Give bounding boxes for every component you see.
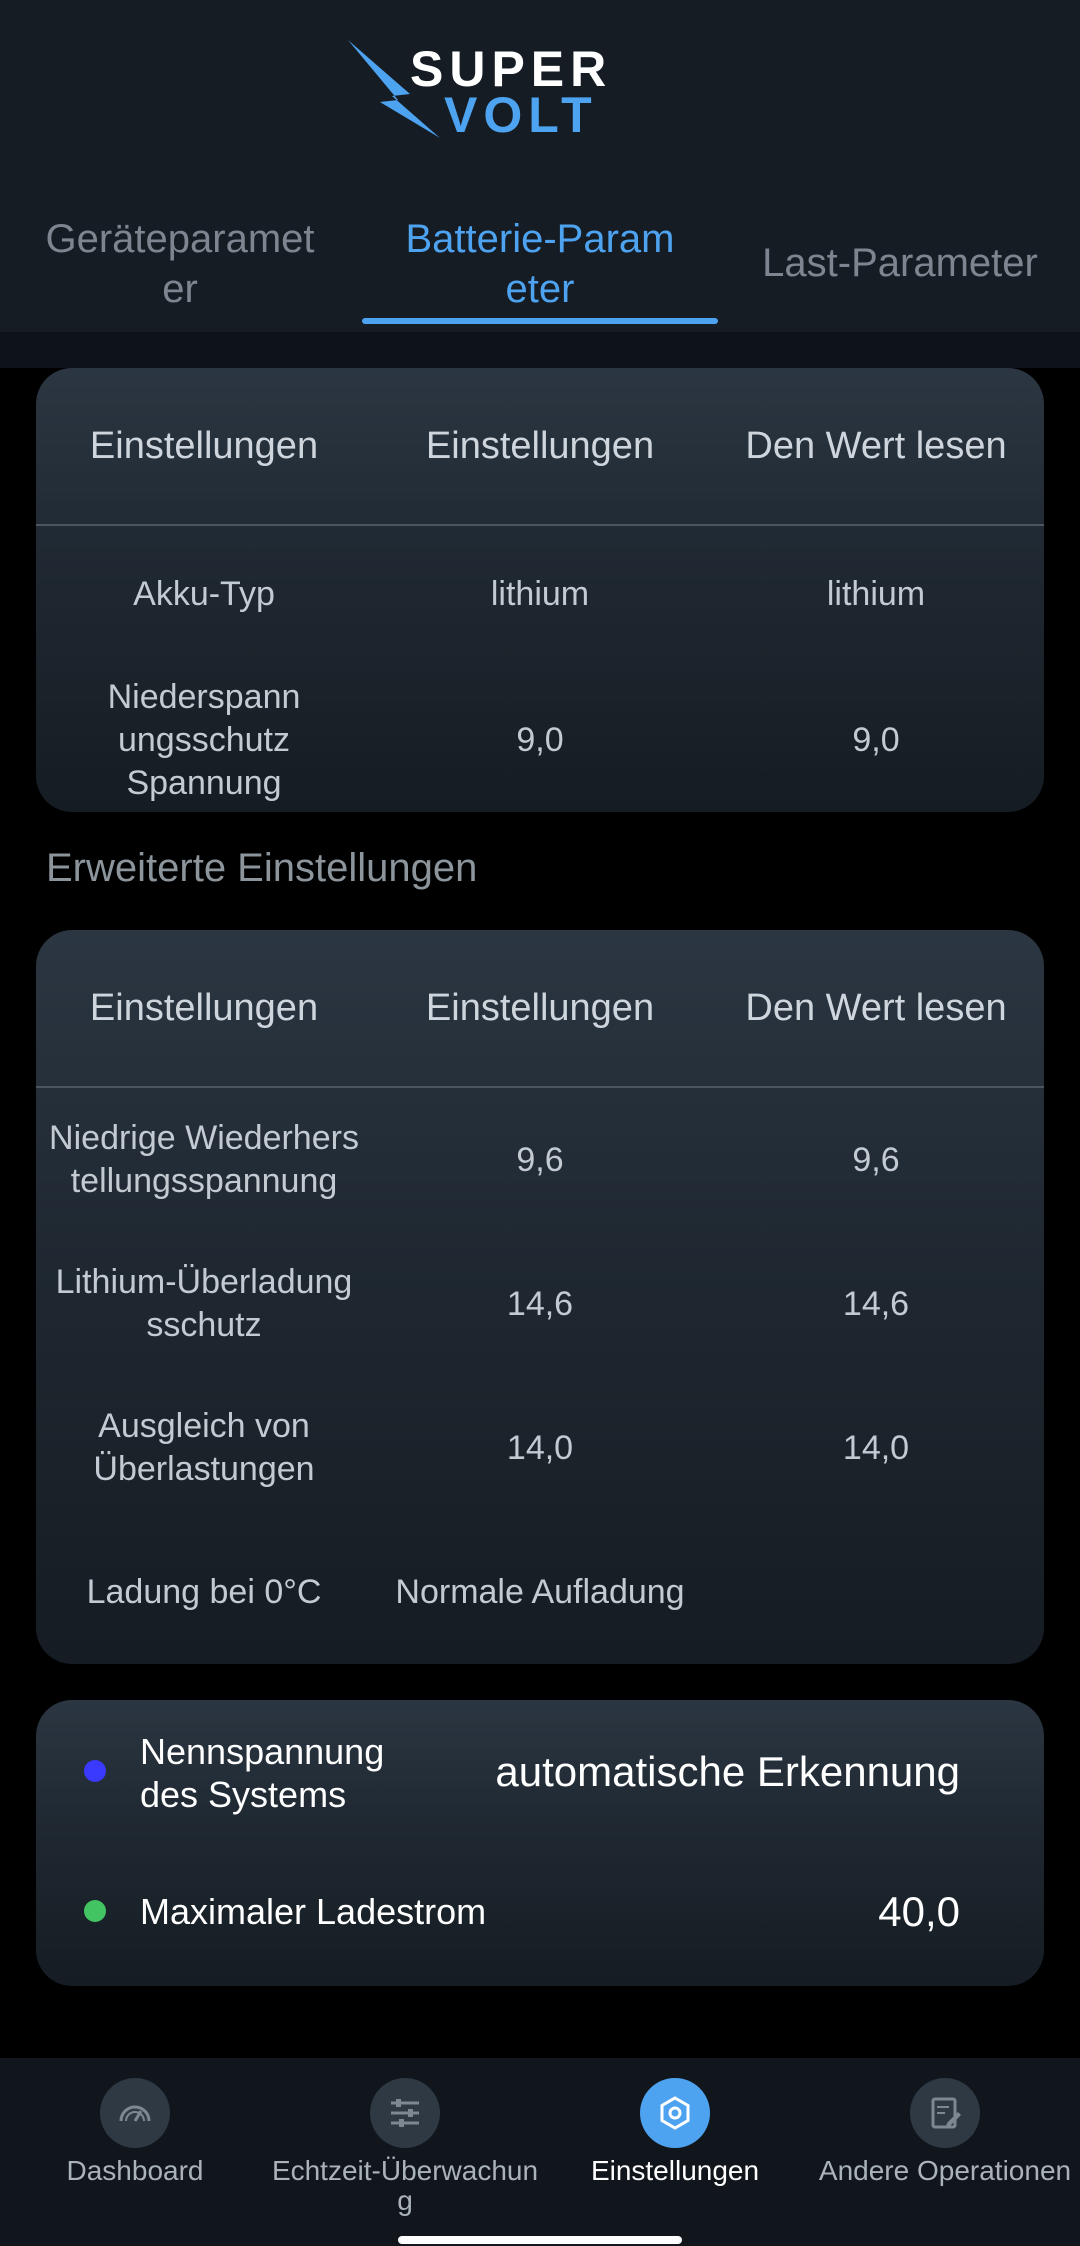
- column-header-setting-name: Einstellungen: [89, 424, 319, 467]
- home-indicator[interactable]: [398, 2236, 682, 2244]
- table-row-ausgleich[interactable]: Ausgleich von Überlastungen 14,0 14,0: [36, 1378, 1044, 1518]
- row-label: Lithium-Überladung sschutz: [36, 1234, 372, 1374]
- status-dot-green-icon: [84, 1900, 106, 1922]
- table-row-ladung-0c[interactable]: Ladung bei 0°C Normale Aufladung: [36, 1522, 1044, 1662]
- setting-value[interactable]: 9,0: [372, 668, 708, 812]
- system-voltage-label: Nennspannung des Systems: [140, 1730, 384, 1816]
- table-row-wiederherstellungsspannung[interactable]: Niedrige Wiederhers tellungsspannung 9,6…: [36, 1090, 1044, 1230]
- sliders-icon: [370, 2078, 440, 2148]
- row-label-line: Niederspann: [107, 677, 301, 716]
- max-charge-current-label: Maximaler Ladestrom: [140, 1891, 487, 1932]
- tab-label: Geräteparamet: [45, 217, 315, 261]
- table-row-ueberladungsschutz[interactable]: Lithium-Überladung sschutz 14,6 14,6: [36, 1234, 1044, 1374]
- settings-hex-icon: [640, 2078, 710, 2148]
- read-value: [708, 1522, 1044, 1662]
- nav-label: Dashboard: [66, 2155, 204, 2186]
- nav-label: Andere Operationen: [818, 2155, 1072, 2186]
- edit-document-icon: [910, 2078, 980, 2148]
- setting-value[interactable]: 14,0: [372, 1378, 708, 1518]
- active-tab-indicator: [362, 318, 718, 324]
- column-header-setting-value: Einstellungen: [425, 986, 655, 1029]
- row-label: Akku-Typ: [133, 574, 275, 613]
- header-shadow-strip: [0, 332, 1080, 368]
- advanced-settings-card: Einstellungen Einstellungen Den Wert les…: [36, 930, 1044, 1664]
- max-charge-current-row[interactable]: Maximaler Ladestrom 40,0: [36, 1850, 1044, 1986]
- column-header-read-value: Den Wert lesen: [745, 986, 1007, 1029]
- read-value: 9,0: [852, 720, 900, 759]
- read-value: 14,0: [842, 1428, 910, 1467]
- row-label: Ausgleich von Überlastungen: [36, 1378, 372, 1518]
- tab-last-parameter[interactable]: Last-Parameter: [730, 238, 1070, 288]
- table-divider: [36, 1086, 1044, 1088]
- svg-text:VOLT: VOLT: [444, 87, 598, 142]
- tab-label: Last-Parameter: [762, 241, 1038, 285]
- setting-value[interactable]: Normale Aufladung: [372, 1522, 708, 1662]
- row-label-line: Überlastungen: [93, 1450, 315, 1488]
- nav-label-line: Echtzeit-Überwachun: [271, 2155, 539, 2186]
- nav-dashboard[interactable]: Dashboard: [0, 2058, 270, 2246]
- read-value: 14,6: [842, 1284, 910, 1323]
- tab-label: Batterie-Param: [405, 217, 675, 261]
- setting-value[interactable]: lithium: [372, 526, 708, 662]
- row-label-line: Lithium-Überladung: [55, 1263, 353, 1301]
- basic-settings-card: Einstellungen Einstellungen Den Wert les…: [36, 368, 1044, 812]
- nav-einstellungen[interactable]: Einstellungen: [540, 2058, 810, 2246]
- row-label: Ladung bei 0°C: [86, 1572, 322, 1611]
- system-voltage-value[interactable]: automatische Erkennung: [495, 1748, 960, 1796]
- nav-label-line: g: [397, 2185, 413, 2216]
- nav-label: Echtzeit-Überwachun g: [270, 2156, 540, 2216]
- status-dot-blue-icon: [84, 1760, 106, 1782]
- system-info-card: Nennspannung des Systems automatische Er…: [36, 1700, 1044, 1986]
- row-label-line: Niedrige Wiederhers: [49, 1119, 359, 1157]
- read-value: lithium: [826, 574, 926, 613]
- column-header-setting-name: Einstellungen: [89, 986, 319, 1029]
- tab-label: eter: [505, 267, 575, 311]
- table-header-row: Einstellungen Einstellungen Den Wert les…: [36, 930, 1044, 1086]
- tab-label: er: [162, 267, 198, 311]
- section-title-advanced[interactable]: Erweiterte Einstellungen: [46, 846, 477, 891]
- nav-label: Einstellungen: [590, 2155, 760, 2186]
- row-label-line: sschutz: [146, 1306, 262, 1344]
- column-header-read-value: Den Wert lesen: [745, 424, 1007, 467]
- tab-geraeteparameter[interactable]: Geräteparamet er: [10, 214, 350, 314]
- system-voltage-row[interactable]: Nennspannung des Systems automatische Er…: [36, 1700, 1044, 1850]
- read-value: 9,6: [852, 1140, 900, 1179]
- bottom-navigation: Dashboard Echtzeit-Überwachun g Einstell…: [0, 2058, 1080, 2246]
- nav-echtzeit-ueberwachung[interactable]: Echtzeit-Überwachun g: [270, 2058, 540, 2246]
- app-header: SUPER VOLT Geräteparamet er Batterie-Par…: [0, 0, 1080, 332]
- supervolt-logo: SUPER VOLT: [348, 40, 606, 142]
- gauge-icon: [100, 2078, 170, 2148]
- table-header-row: Einstellungen Einstellungen Den Wert les…: [36, 368, 1044, 524]
- label-line: Nennspannung: [140, 1731, 385, 1772]
- row-label: Niedrige Wiederhers tellungsspannung: [36, 1090, 372, 1230]
- max-charge-current-value[interactable]: 40,0: [878, 1888, 960, 1936]
- row-label-line: Spannung: [126, 763, 282, 802]
- label-line: des Systems: [140, 1774, 347, 1815]
- setting-value[interactable]: 14,6: [372, 1234, 708, 1374]
- row-label: Niederspann ungsschutz Spannung: [36, 668, 372, 812]
- table-row-akku-typ[interactable]: Akku-Typ lithium lithium: [36, 526, 1044, 662]
- row-label-line: ungsschutz: [117, 720, 290, 759]
- row-label-line: tellungsspannung: [70, 1162, 338, 1200]
- nav-andere-operationen[interactable]: Andere Operationen: [810, 2058, 1080, 2246]
- row-label-line: Ausgleich von: [98, 1407, 310, 1445]
- column-header-setting-value: Einstellungen: [425, 424, 655, 467]
- table-row-niederspannungsschutz[interactable]: Niederspann ungsschutz Spannung 9,0 9,0: [36, 668, 1044, 812]
- tab-batterie-parameter[interactable]: Batterie-Param eter: [370, 214, 710, 314]
- parameter-tabs: Geräteparamet er Batterie-Param eter Las…: [0, 190, 1080, 332]
- setting-value[interactable]: 9,6: [372, 1090, 708, 1230]
